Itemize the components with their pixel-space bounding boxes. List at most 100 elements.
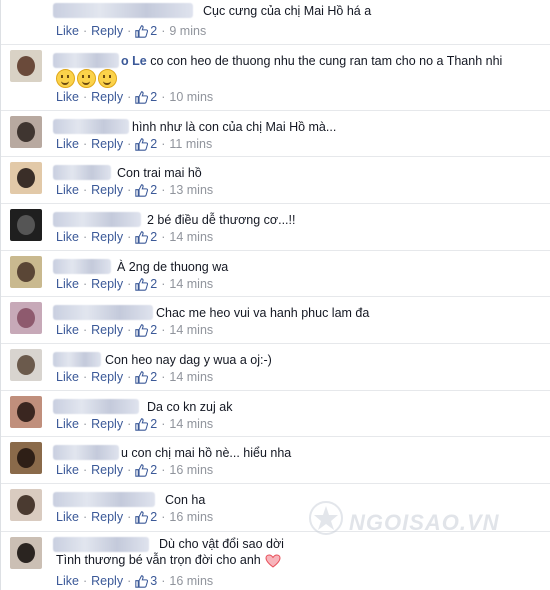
comment-text: u con chị mai hồ nè... hiểu nha: [121, 446, 292, 460]
comment-text: Chac me heo vui va hanh phuc lam đa: [156, 306, 370, 320]
reply-link[interactable]: Reply: [91, 230, 123, 244]
commenter-name-blurred[interactable]: [53, 212, 141, 227]
comment-meta: Like · Reply · 3 · 16 mins: [56, 574, 214, 588]
like-link[interactable]: Like: [56, 137, 79, 151]
like-count[interactable]: 2: [135, 510, 157, 524]
like-link[interactable]: Like: [56, 277, 79, 291]
like-thumb-icon: [135, 24, 149, 38]
like-count[interactable]: 2: [135, 183, 157, 197]
avatar[interactable]: [10, 537, 42, 569]
like-link[interactable]: Like: [56, 417, 79, 431]
commenter-name-blurred[interactable]: [53, 537, 149, 552]
like-count[interactable]: 2: [135, 24, 157, 38]
timestamp[interactable]: 14 mins: [169, 277, 213, 291]
like-link[interactable]: Like: [56, 230, 79, 244]
comment-text: Con ha: [165, 493, 206, 507]
timestamp[interactable]: 16 mins: [169, 574, 213, 588]
reply-link[interactable]: Reply: [91, 90, 123, 104]
reply-link[interactable]: Reply: [91, 277, 123, 291]
commenter-name-blurred[interactable]: [53, 305, 153, 320]
heart-icon: [265, 554, 281, 568]
avatar[interactable]: [10, 489, 42, 521]
comment-text: 2 bé điều dễ thương cơ...!!: [147, 213, 296, 227]
timestamp[interactable]: 14 mins: [169, 417, 213, 431]
commenter-name-blurred[interactable]: [53, 165, 111, 180]
like-count[interactable]: 2: [135, 370, 157, 384]
avatar[interactable]: [10, 349, 42, 381]
reply-link[interactable]: Reply: [91, 323, 123, 337]
reply-link[interactable]: Reply: [91, 574, 123, 588]
timestamp[interactable]: 9 mins: [169, 24, 206, 38]
comment-meta: Like · Reply · 2 · 14 mins: [56, 323, 214, 337]
reply-link[interactable]: Reply: [91, 510, 123, 524]
comment-text: Cục cưng của chị Mai Hồ há a: [203, 4, 372, 18]
comment-meta: Like · Reply · 2 · 11 mins: [56, 137, 213, 151]
like-count[interactable]: 2: [135, 463, 157, 477]
timestamp[interactable]: 11 mins: [169, 137, 212, 151]
comment-meta: Like · Reply · 2 · 16 mins: [56, 463, 214, 477]
commenter-name-blurred[interactable]: [53, 259, 111, 274]
timestamp[interactable]: 16 mins: [169, 510, 213, 524]
comment-meta: Like · Reply · 2 · 10 mins: [56, 90, 214, 104]
comment-meta: Like · Reply · 2 · 9 mins: [56, 24, 207, 38]
like-count[interactable]: 2: [135, 137, 157, 151]
like-count[interactable]: 2: [135, 323, 157, 337]
commenter-name-blurred[interactable]: [53, 399, 139, 414]
reply-link[interactable]: Reply: [91, 463, 123, 477]
avatar[interactable]: [10, 396, 42, 428]
like-count[interactable]: 3: [135, 574, 157, 588]
like-thumb-icon: [135, 510, 149, 524]
comment-text: Con trai mai hồ: [117, 166, 202, 180]
reply-link[interactable]: Reply: [91, 24, 123, 38]
like-thumb-icon: [135, 137, 149, 151]
avatar[interactable]: [10, 302, 42, 334]
timestamp[interactable]: 14 mins: [169, 230, 213, 244]
comment-meta: Like · Reply · 2 · 14 mins: [56, 277, 214, 291]
like-link[interactable]: Like: [56, 370, 79, 384]
commenter-name-blurred[interactable]: [53, 53, 119, 68]
like-link[interactable]: Like: [56, 24, 79, 38]
reply-link[interactable]: Reply: [91, 137, 123, 151]
like-link[interactable]: Like: [56, 183, 79, 197]
timestamp[interactable]: 13 mins: [169, 183, 213, 197]
like-thumb-icon: [135, 370, 149, 384]
avatar[interactable]: [10, 209, 42, 241]
like-thumb-icon: [135, 463, 149, 477]
timestamp[interactable]: 14 mins: [169, 370, 213, 384]
commenter-name-blurred[interactable]: [53, 119, 129, 134]
like-thumb-icon: [135, 323, 149, 337]
timestamp[interactable]: 16 mins: [169, 463, 213, 477]
watermark-logo-icon: [309, 501, 343, 535]
like-link[interactable]: Like: [56, 463, 79, 477]
like-thumb-icon: [135, 183, 149, 197]
avatar[interactable]: [10, 162, 42, 194]
timestamp[interactable]: 14 mins: [169, 323, 213, 337]
comment-text: hình như là con của chị Mai Hồ mà...: [132, 120, 337, 134]
reply-link[interactable]: Reply: [91, 417, 123, 431]
like-count[interactable]: 2: [135, 277, 157, 291]
commenter-name-blurred[interactable]: [53, 492, 155, 507]
like-count[interactable]: 2: [135, 90, 157, 104]
like-link[interactable]: Like: [56, 510, 79, 524]
commenter-name-blurred[interactable]: [53, 3, 193, 18]
like-thumb-icon: [135, 277, 149, 291]
like-thumb-icon: [135, 230, 149, 244]
like-count[interactable]: 2: [135, 417, 157, 431]
comment-thread: Cục cưng của chị Mai Hồ há a Like · Reply…: [0, 0, 550, 590]
avatar[interactable]: [10, 442, 42, 474]
commenter-name-blurred[interactable]: [53, 445, 119, 460]
comment-meta: Like · Reply · 2 · 14 mins: [56, 417, 214, 431]
avatar[interactable]: [10, 256, 42, 288]
like-count[interactable]: 2: [135, 230, 157, 244]
avatar[interactable]: [10, 50, 42, 82]
reply-link[interactable]: Reply: [91, 183, 123, 197]
timestamp[interactable]: 10 mins: [169, 90, 213, 104]
commenter-name-blurred[interactable]: [53, 352, 101, 367]
like-link[interactable]: Like: [56, 90, 79, 104]
like-link[interactable]: Like: [56, 323, 79, 337]
comment-text-line2: Tình thương bé vẫn trọn đời cho anh: [56, 552, 281, 568]
reply-link[interactable]: Reply: [91, 370, 123, 384]
commenter-name[interactable]: o Le: [121, 54, 147, 68]
avatar[interactable]: [10, 116, 42, 148]
like-link[interactable]: Like: [56, 574, 79, 588]
